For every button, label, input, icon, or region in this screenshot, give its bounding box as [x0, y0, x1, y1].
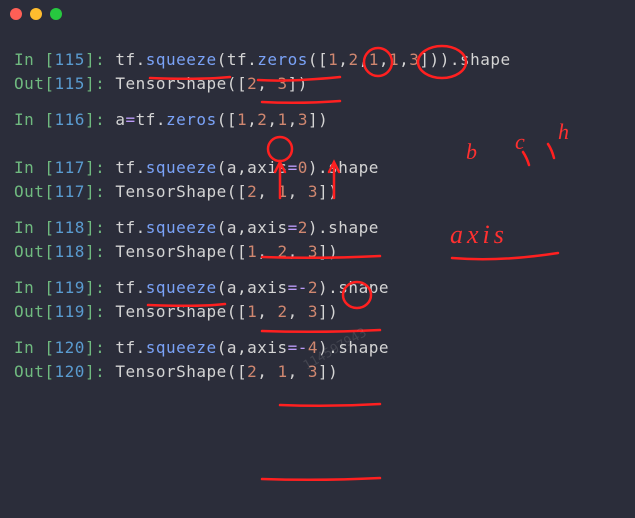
titlebar: [0, 0, 635, 38]
out-line: Out[119]: TensorShape([1, 2, 3]): [14, 300, 621, 324]
out-line: Out[118]: TensorShape([1, 2, 3]): [14, 240, 621, 264]
terminal-window: In [115]: tf.squeeze(tf.zeros([1,2,1,1,3…: [0, 0, 635, 518]
annot-h: h: [558, 115, 569, 148]
close-icon[interactable]: [10, 8, 22, 20]
annot-c: c: [515, 125, 525, 158]
annot-axis: axis: [450, 215, 508, 254]
out-line: Out[115]: TensorShape([2, 3]): [14, 72, 621, 96]
out-line: Out[117]: TensorShape([2, 1, 3]): [14, 180, 621, 204]
in-line: In [117]: tf.squeeze(a,axis=0).shape: [14, 156, 621, 180]
annot-b: b: [466, 135, 477, 168]
in-line: In [118]: tf.squeeze(a,axis=2).shape: [14, 216, 621, 240]
in-line: In [119]: tf.squeeze(a,axis=-2).shape: [14, 276, 621, 300]
maximize-icon[interactable]: [50, 8, 62, 20]
minimize-icon[interactable]: [30, 8, 42, 20]
in-line: In [115]: tf.squeeze(tf.zeros([1,2,1,1,3…: [14, 48, 621, 72]
code-content: In [115]: tf.squeeze(tf.zeros([1,2,1,1,3…: [0, 38, 635, 394]
in-line: In [116]: a=tf.zeros([1,2,1,3]): [14, 108, 621, 132]
